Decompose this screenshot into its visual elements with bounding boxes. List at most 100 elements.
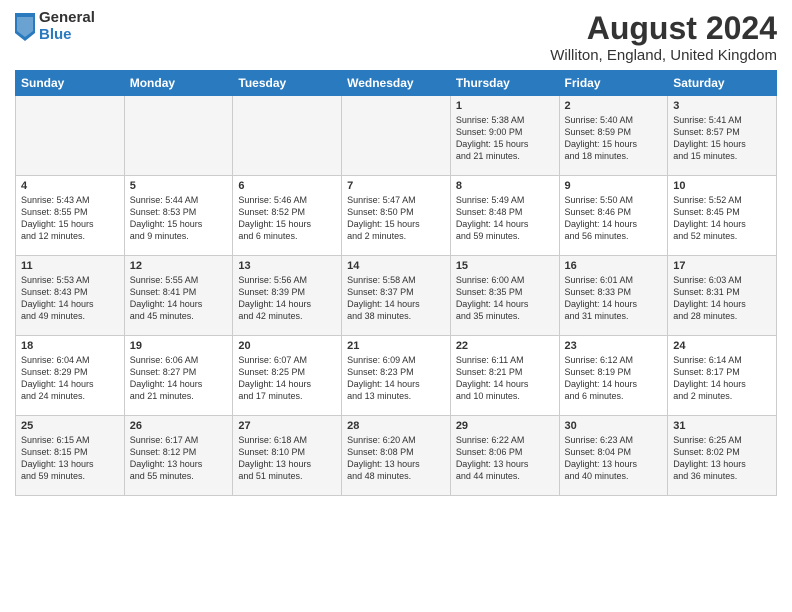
day-cell: 10 Sunrise: 5:52 AM Sunset: 8:45 PM Dayli… [668, 176, 777, 256]
day-cell: 30 Sunrise: 6:23 AM Sunset: 8:04 PM Dayli… [559, 416, 668, 496]
title-block: August 2024 Williton, England, United Ki… [550, 10, 777, 64]
day-number: 5 [130, 180, 228, 192]
day-info: Sunrise: 6:14 AM Sunset: 8:17 PM Dayligh… [673, 354, 771, 403]
subtitle: Williton, England, United Kingdom [550, 47, 777, 64]
day-cell: 16 Sunrise: 6:01 AM Sunset: 8:33 PM Dayli… [559, 256, 668, 336]
day-cell: 9Sunrise: 5:50 AM Sunset: 8:46 PM Daylig… [559, 176, 668, 256]
day-info: Sunrise: 5:52 AM Sunset: 8:45 PM Dayligh… [673, 194, 771, 243]
day-cell: 25 Sunrise: 6:15 AM Sunset: 8:15 PM Dayli… [16, 416, 125, 496]
day-info: Sunrise: 6:00 AM Sunset: 8:35 PM Dayligh… [456, 274, 554, 323]
day-number: 12 [130, 260, 228, 272]
day-cell: 1 Sunrise: 5:38 AM Sunset: 9:00 PM Daylig… [450, 96, 559, 176]
day-cell: 19 Sunrise: 6:06 AM Sunset: 8:27 PM Dayli… [124, 336, 233, 416]
day-cell: 13 Sunrise: 5:56 AM Sunset: 8:39 PM Dayli… [233, 256, 342, 336]
day-number: 8 [456, 180, 554, 192]
day-cell: 26 Sunrise: 6:17 AM Sunset: 8:12 PM Dayli… [124, 416, 233, 496]
day-info: Sunrise: 6:09 AM Sunset: 8:23 PM Dayligh… [347, 354, 445, 403]
day-cell: 2 Sunrise: 5:40 AM Sunset: 8:59 PM Daylig… [559, 96, 668, 176]
day-cell: 28 Sunrise: 6:20 AM Sunset: 8:08 PM Dayli… [342, 416, 451, 496]
day-number: 9 [565, 180, 663, 192]
week-row-2: 4Sunrise: 5:43 AM Sunset: 8:55 PM Daylig… [16, 176, 777, 256]
day-number: 28 [347, 420, 445, 432]
col-header-tuesday: Tuesday [233, 71, 342, 96]
col-header-wednesday: Wednesday [342, 71, 451, 96]
header: General Blue August 2024 Williton, Engla… [15, 10, 777, 64]
day-number: 6 [238, 180, 336, 192]
day-number: 15 [456, 260, 554, 272]
day-cell: 17Sunrise: 6:03 AM Sunset: 8:31 PM Dayli… [668, 256, 777, 336]
col-header-thursday: Thursday [450, 71, 559, 96]
day-cell [342, 96, 451, 176]
week-row-4: 18Sunrise: 6:04 AM Sunset: 8:29 PM Dayli… [16, 336, 777, 416]
main-title: August 2024 [550, 10, 777, 47]
day-info: Sunrise: 6:07 AM Sunset: 8:25 PM Dayligh… [238, 354, 336, 403]
day-info: Sunrise: 5:44 AM Sunset: 8:53 PM Dayligh… [130, 194, 228, 243]
day-cell: 12 Sunrise: 5:55 AM Sunset: 8:41 PM Dayli… [124, 256, 233, 336]
logo-text: General Blue [39, 10, 95, 43]
day-cell: 20 Sunrise: 6:07 AM Sunset: 8:25 PM Dayli… [233, 336, 342, 416]
day-number: 17 [673, 260, 771, 272]
day-cell: 18Sunrise: 6:04 AM Sunset: 8:29 PM Dayli… [16, 336, 125, 416]
day-number: 24 [673, 340, 771, 352]
day-cell: 23 Sunrise: 6:12 AM Sunset: 8:19 PM Dayli… [559, 336, 668, 416]
day-info: Sunrise: 5:38 AM Sunset: 9:00 PM Dayligh… [456, 114, 554, 163]
day-cell [16, 96, 125, 176]
day-cell: 11 Sunrise: 5:53 AM Sunset: 8:43 PM Dayli… [16, 256, 125, 336]
logo: General Blue [15, 10, 95, 43]
logo-blue: Blue [39, 27, 95, 44]
day-info: Sunrise: 5:55 AM Sunset: 8:41 PM Dayligh… [130, 274, 228, 323]
col-header-sunday: Sunday [16, 71, 125, 96]
day-info: Sunrise: 5:46 AM Sunset: 8:52 PM Dayligh… [238, 194, 336, 243]
week-row-5: 25 Sunrise: 6:15 AM Sunset: 8:15 PM Dayli… [16, 416, 777, 496]
day-number: 23 [565, 340, 663, 352]
day-cell: 3Sunrise: 5:41 AM Sunset: 8:57 PM Daylig… [668, 96, 777, 176]
day-number: 10 [673, 180, 771, 192]
day-cell: 8Sunrise: 5:49 AM Sunset: 8:48 PM Daylig… [450, 176, 559, 256]
day-number: 16 [565, 260, 663, 272]
day-info: Sunrise: 5:47 AM Sunset: 8:50 PM Dayligh… [347, 194, 445, 243]
day-number: 2 [565, 100, 663, 112]
day-number: 14 [347, 260, 445, 272]
header-row: SundayMondayTuesdayWednesdayThursdayFrid… [16, 71, 777, 96]
day-number: 22 [456, 340, 554, 352]
day-cell: 5 Sunrise: 5:44 AM Sunset: 8:53 PM Daylig… [124, 176, 233, 256]
day-number: 13 [238, 260, 336, 272]
day-info: Sunrise: 6:17 AM Sunset: 8:12 PM Dayligh… [130, 434, 228, 483]
day-number: 1 [456, 100, 554, 112]
day-number: 21 [347, 340, 445, 352]
week-row-1: 1 Sunrise: 5:38 AM Sunset: 9:00 PM Daylig… [16, 96, 777, 176]
day-number: 29 [456, 420, 554, 432]
day-info: Sunrise: 5:53 AM Sunset: 8:43 PM Dayligh… [21, 274, 119, 323]
day-info: Sunrise: 6:12 AM Sunset: 8:19 PM Dayligh… [565, 354, 663, 403]
day-info: Sunrise: 6:20 AM Sunset: 8:08 PM Dayligh… [347, 434, 445, 483]
col-header-friday: Friday [559, 71, 668, 96]
day-info: Sunrise: 6:04 AM Sunset: 8:29 PM Dayligh… [21, 354, 119, 403]
day-info: Sunrise: 5:56 AM Sunset: 8:39 PM Dayligh… [238, 274, 336, 323]
day-cell: 15 Sunrise: 6:00 AM Sunset: 8:35 PM Dayli… [450, 256, 559, 336]
day-number: 30 [565, 420, 663, 432]
day-cell: 29 Sunrise: 6:22 AM Sunset: 8:06 PM Dayli… [450, 416, 559, 496]
day-number: 25 [21, 420, 119, 432]
day-info: Sunrise: 6:18 AM Sunset: 8:10 PM Dayligh… [238, 434, 336, 483]
day-cell: 4Sunrise: 5:43 AM Sunset: 8:55 PM Daylig… [16, 176, 125, 256]
calendar-table: SundayMondayTuesdayWednesdayThursdayFrid… [15, 70, 777, 496]
day-info: Sunrise: 5:40 AM Sunset: 8:59 PM Dayligh… [565, 114, 663, 163]
day-info: Sunrise: 6:15 AM Sunset: 8:15 PM Dayligh… [21, 434, 119, 483]
day-cell [233, 96, 342, 176]
day-info: Sunrise: 6:22 AM Sunset: 8:06 PM Dayligh… [456, 434, 554, 483]
day-cell: 6 Sunrise: 5:46 AM Sunset: 8:52 PM Daylig… [233, 176, 342, 256]
day-cell: 21 Sunrise: 6:09 AM Sunset: 8:23 PM Dayli… [342, 336, 451, 416]
day-number: 19 [130, 340, 228, 352]
day-info: Sunrise: 6:06 AM Sunset: 8:27 PM Dayligh… [130, 354, 228, 403]
day-number: 4 [21, 180, 119, 192]
page: General Blue August 2024 Williton, Engla… [0, 0, 792, 612]
week-row-3: 11 Sunrise: 5:53 AM Sunset: 8:43 PM Dayli… [16, 256, 777, 336]
day-number: 31 [673, 420, 771, 432]
day-info: Sunrise: 6:01 AM Sunset: 8:33 PM Dayligh… [565, 274, 663, 323]
day-info: Sunrise: 6:23 AM Sunset: 8:04 PM Dayligh… [565, 434, 663, 483]
day-number: 20 [238, 340, 336, 352]
day-cell: 7Sunrise: 5:47 AM Sunset: 8:50 PM Daylig… [342, 176, 451, 256]
day-number: 26 [130, 420, 228, 432]
day-number: 11 [21, 260, 119, 272]
col-header-monday: Monday [124, 71, 233, 96]
